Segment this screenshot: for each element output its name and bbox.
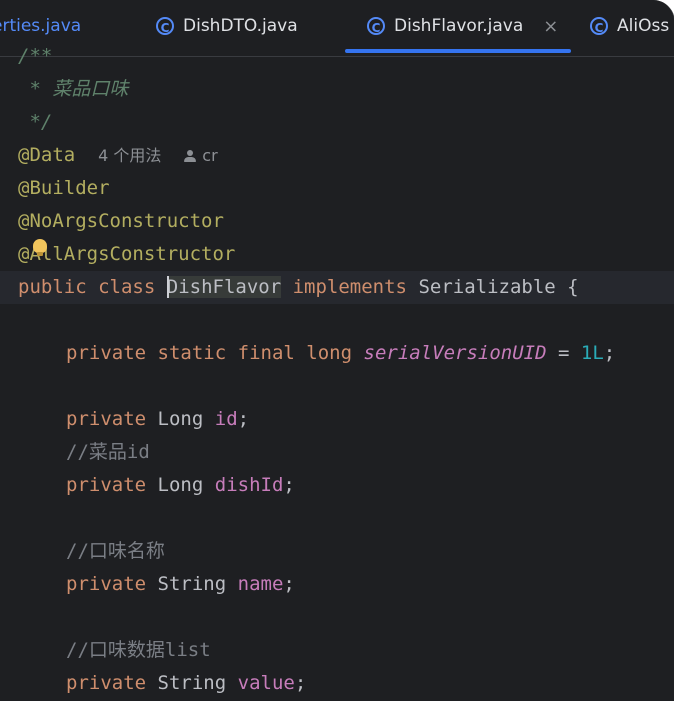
- editor-tab-bar: erties.java C DishDTO.java C DishFlavor.…: [0, 0, 674, 57]
- lightbulb-icon[interactable]: [33, 239, 47, 256]
- code-line: @Data 4 个用法 cr: [18, 144, 218, 166]
- code-line: /**: [18, 45, 53, 67]
- class-name: DishFlavor: [166, 275, 282, 298]
- code-line: * 菜品口味: [18, 78, 129, 100]
- code-line: */: [18, 111, 53, 133]
- active-tab-indicator: [345, 49, 571, 53]
- tab-label: DishDTO.java: [183, 16, 298, 36]
- tab-label: AliOss: [617, 16, 670, 36]
- code-line: @AllArgsConstructor: [18, 243, 236, 265]
- code-line: private Long id;: [66, 408, 250, 430]
- code-editor[interactable]: /** * 菜品口味 */ @Data 4 个用法 cr @Builder @N…: [0, 45, 674, 701]
- code-line: @NoArgsConstructor: [18, 210, 224, 232]
- java-class-icon: C: [367, 17, 385, 35]
- code-line: public class DishFlavor implements Seria…: [18, 275, 579, 298]
- code-line: //菜品id: [66, 441, 150, 463]
- ide-window: erties.java C DishDTO.java C DishFlavor.…: [0, 0, 674, 701]
- tab-label: erties.java: [0, 16, 82, 36]
- code-line: //口味名称: [66, 540, 165, 562]
- tab-alioss[interactable]: C AliOss: [590, 0, 669, 52]
- code-line: private Long dishId;: [66, 474, 295, 496]
- code-line: @Builder: [18, 177, 110, 199]
- tab-dishdto[interactable]: C DishDTO.java: [156, 0, 298, 52]
- code-line: //口味数据list: [66, 639, 211, 661]
- tab-dishflavor[interactable]: C DishFlavor.java ×: [367, 0, 558, 52]
- tab-label: DishFlavor.java: [394, 16, 524, 36]
- java-class-icon: C: [590, 17, 608, 35]
- java-class-icon: C: [156, 17, 174, 35]
- user-icon: [184, 150, 197, 163]
- close-icon[interactable]: ×: [543, 16, 558, 37]
- code-line: private String value;: [66, 672, 307, 694]
- code-line: private String name;: [66, 573, 295, 595]
- author-hint[interactable]: cr: [184, 146, 218, 165]
- code-line: private static final long serialVersionU…: [66, 342, 616, 364]
- text-caret: [166, 275, 169, 298]
- usages-hint[interactable]: 4 个用法: [98, 146, 161, 165]
